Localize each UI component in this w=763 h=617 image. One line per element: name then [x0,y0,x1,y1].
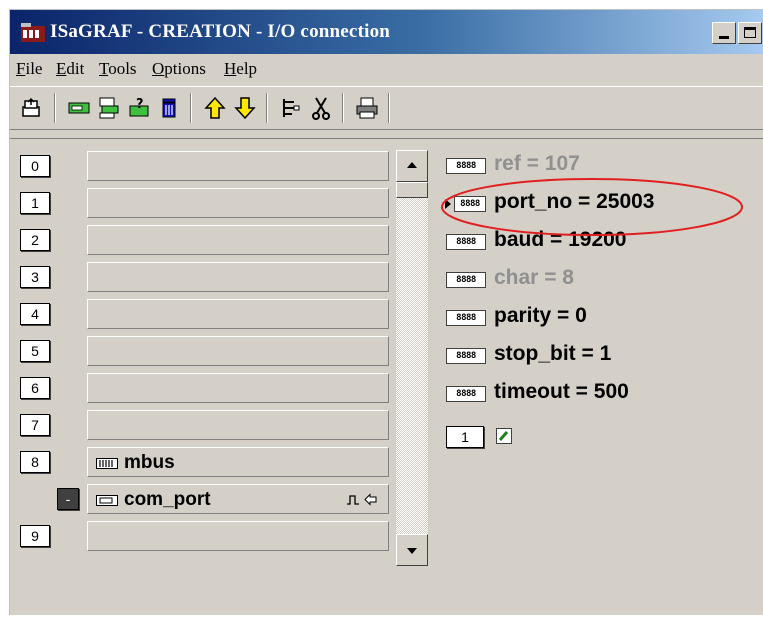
slot-5-number[interactable]: 5 [20,340,50,362]
slot-7-bar[interactable] [87,410,389,440]
slot-0-bar[interactable] [87,151,389,181]
arrow-up-icon [204,96,226,119]
param-value-icon: 8888 [446,386,486,402]
menu-bar: File Edit Tools Options Help [10,54,763,84]
menu-options[interactable]: Options [152,59,206,79]
highlight-ellipse [441,178,743,236]
slot-2-bar[interactable] [87,225,389,255]
isagraf-app-icon[interactable] [20,22,46,44]
param-value-icon: 8888 [446,272,486,288]
toolbar: ? [10,86,763,130]
delete-icon [162,98,176,118]
board-icon [96,458,118,469]
connect-board-button[interactable] [66,95,92,121]
param-value-icon: 8888 [446,348,486,364]
slot-3-number[interactable]: 3 [20,266,50,288]
slot-4-bar[interactable] [87,299,389,329]
param-timeout-text: timeout = 500 [494,380,629,403]
channel-list-icon [283,99,300,117]
menu-file[interactable]: File [16,59,42,79]
move-up-button[interactable] [202,95,228,121]
open-board-button[interactable] [18,95,44,121]
toolbar-separator [190,93,192,123]
vertical-scrollbar[interactable] [396,150,428,566]
scroll-down-icon [407,548,417,554]
board-params-button[interactable] [96,95,122,121]
toolbar-separator [54,93,56,123]
scroll-up-icon [407,162,417,168]
com-port-icon [96,495,118,506]
move-down-button[interactable] [232,95,258,121]
slot-6-number[interactable]: 6 [20,377,50,399]
slot-2-number[interactable]: 2 [20,229,50,251]
scroll-down-button[interactable] [396,534,428,566]
isagraf-window: ISaGRAF - CREATION - I/O connection File… [9,9,763,615]
slot-0-number[interactable]: 0 [20,155,50,177]
set-board-icon: ? [129,97,149,117]
sub-board-collapse-button[interactable]: - [57,488,79,510]
print-button[interactable] [354,95,380,121]
slot-8-bar[interactable]: mbus [87,447,389,477]
slot-5-bar[interactable] [87,336,389,366]
param-value-icon: 8888 [446,310,486,326]
cut-button[interactable] [308,95,334,121]
channel-number[interactable]: 1 [446,426,484,448]
slot-8-number[interactable]: 8 [20,451,50,473]
connect-board-icon [68,102,90,114]
minimize-button[interactable] [712,22,736,44]
title-bar[interactable]: ISaGRAF - CREATION - I/O connection [10,10,763,54]
maximize-button[interactable] [738,22,762,44]
scroll-up-button[interactable] [396,150,428,182]
menu-edit[interactable]: Edit [56,59,84,79]
sub-board-bar[interactable]: com_port [87,484,389,514]
slot-3-bar[interactable] [87,262,389,292]
slot-6-bar[interactable] [87,373,389,403]
toolbar-separator [266,93,268,123]
slot-9-number[interactable]: 9 [20,525,50,547]
menu-help[interactable]: Help [224,59,257,79]
cut-icon [312,97,330,120]
slot-label-com-port: com_port [124,489,211,510]
window-title: ISaGRAF - CREATION - I/O connection [50,21,391,42]
slot-9-bar[interactable] [87,521,389,551]
param-stop-bit-text: stop_bit = 1 [494,342,612,365]
param-parity-text: parity = 0 [494,304,587,327]
edit-channel-icon[interactable] [496,428,512,444]
channel-list-button[interactable] [278,95,304,121]
print-icon [356,97,378,119]
scroll-thumb[interactable] [396,182,428,198]
set-board-button[interactable]: ? [126,95,152,121]
menu-tools[interactable]: Tools [99,59,137,79]
slot-7-number[interactable]: 7 [20,414,50,436]
delete-button[interactable] [156,95,182,121]
maximize-icon [744,27,756,38]
slot-label-mbus: mbus [124,452,175,473]
slot-4-number[interactable]: 4 [20,303,50,325]
board-params-icon [99,97,119,119]
toolbar-separator [342,93,344,123]
svg-text:?: ? [136,97,144,112]
arrow-left-icon [364,493,377,506]
toolbar-separator [388,93,390,123]
slot-1-bar[interactable] [87,188,389,218]
open-board-icon [22,97,40,117]
pulse-icon [347,495,359,505]
slot-1-number[interactable]: 1 [20,192,50,214]
arrow-down-icon [234,97,256,120]
minimize-icon [719,36,729,39]
param-char-text: char = 8 [494,266,574,289]
